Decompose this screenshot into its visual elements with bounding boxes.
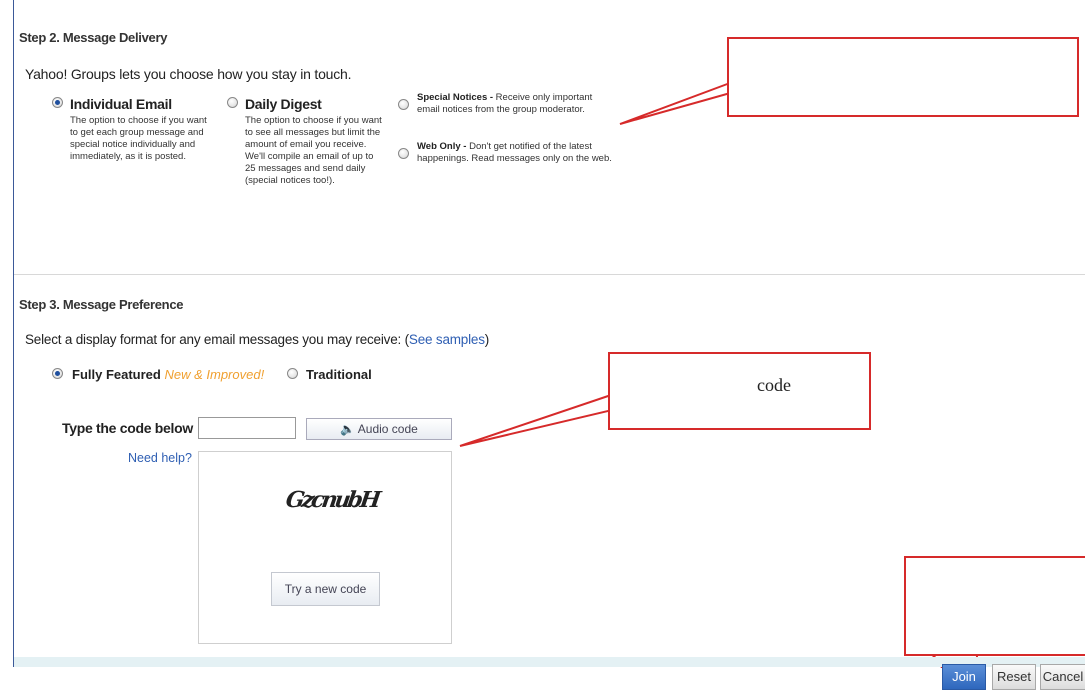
cancel-button[interactable]: Cancel [1040, 664, 1085, 690]
callout-top [727, 37, 1079, 117]
form-footer [14, 657, 1085, 667]
reset-button[interactable]: Reset [992, 664, 1036, 690]
callout-bottom [904, 556, 1085, 656]
join-button[interactable]: Join [942, 664, 986, 690]
callout-middle: code [608, 352, 871, 430]
